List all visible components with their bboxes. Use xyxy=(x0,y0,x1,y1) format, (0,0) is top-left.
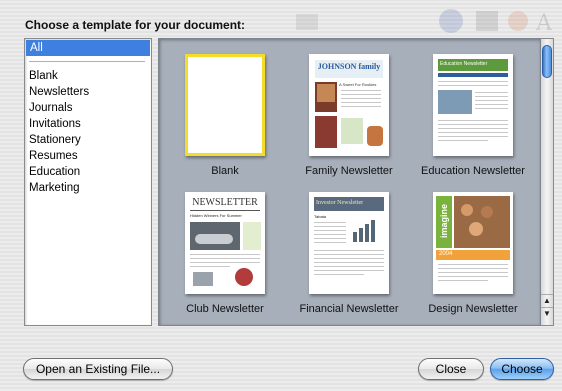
template-thumbnail-blank[interactable] xyxy=(185,54,265,156)
template-design-newsletter[interactable]: imagine 2004 Design Newsletter xyxy=(413,192,533,315)
category-divider xyxy=(29,61,145,62)
category-item-stationery[interactable]: Stationery xyxy=(25,132,151,148)
template-chooser-dialog: Choose a template for your document: A A… xyxy=(0,0,562,391)
template-label-family-newsletter: Family Newsletter xyxy=(305,165,393,177)
category-item-resumes[interactable]: Resumes xyxy=(25,148,151,164)
category-item-marketing[interactable]: Marketing xyxy=(25,180,151,196)
category-item-newsletters[interactable]: Newsletters xyxy=(25,84,151,100)
faded-toolbar-icons: A xyxy=(296,9,553,36)
club-masthead: NEWSLETTER xyxy=(192,197,258,208)
template-club-newsletter[interactable]: NEWSLETTER Hidden Winners For Summer Clu… xyxy=(165,192,285,315)
design-subhead: 2004 xyxy=(439,251,453,257)
category-item-journals[interactable]: Journals xyxy=(25,100,151,116)
family-subhead: A Sweet For Rookies xyxy=(339,82,377,87)
template-label-club-newsletter: Club Newsletter xyxy=(186,303,264,315)
scroll-down-arrow-icon[interactable]: ▼ xyxy=(541,307,553,319)
club-subhead: Hidden Winners For Summer xyxy=(190,213,242,218)
template-scrollbar[interactable]: ▲ ▼ xyxy=(541,38,554,326)
template-thumbnail-design-newsletter[interactable]: imagine 2004 xyxy=(433,192,513,294)
category-item-invitations[interactable]: Invitations xyxy=(25,116,151,132)
scroll-up-arrow-icon[interactable]: ▲ xyxy=(541,294,553,306)
design-masthead: imagine xyxy=(439,204,449,239)
category-item-education[interactable]: Education xyxy=(25,164,151,180)
category-item-all[interactable]: All xyxy=(26,40,150,56)
template-thumbnail-financial-newsletter[interactable]: Investor Newsletter Tabata xyxy=(309,192,389,294)
template-thumbnail-family-newsletter[interactable]: JOHNSON family A Sweet For Rookies xyxy=(309,54,389,156)
category-list[interactable]: All Blank Newsletters Journals Invitatio… xyxy=(24,38,152,326)
template-thumbnail-club-newsletter[interactable]: NEWSLETTER Hidden Winners For Summer xyxy=(185,192,265,294)
financial-masthead: Investor Newsletter xyxy=(316,200,364,206)
close-button[interactable]: Close xyxy=(418,358,484,380)
template-label-financial-newsletter: Financial Newsletter xyxy=(299,303,399,315)
scroll-thumb[interactable] xyxy=(542,45,552,78)
template-gallery: Blank JOHNSON family A Sweet For Rookies… xyxy=(158,38,541,326)
template-label-education-newsletter: Education Newsletter xyxy=(421,165,525,177)
category-item-blank[interactable]: Blank xyxy=(25,68,151,84)
template-thumbnail-education-newsletter[interactable]: Education Newsletter xyxy=(433,54,513,156)
choose-button[interactable]: Choose xyxy=(490,358,554,380)
template-financial-newsletter[interactable]: Investor Newsletter Tabata Financial New… xyxy=(289,192,409,315)
education-masthead: Education Newsletter xyxy=(440,61,488,67)
template-label-design-newsletter: Design Newsletter xyxy=(428,303,518,315)
family-masthead: JOHNSON family xyxy=(317,62,381,71)
dialog-title: Choose a template for your document: xyxy=(25,18,246,32)
template-education-newsletter[interactable]: Education Newsletter Education Newslette… xyxy=(413,54,533,177)
svg-text:A: A xyxy=(535,11,553,36)
template-label-blank: Blank xyxy=(211,165,239,177)
financial-subhead: Tabata xyxy=(314,214,327,219)
template-blank[interactable]: Blank xyxy=(165,54,285,177)
template-family-newsletter[interactable]: JOHNSON family A Sweet For Rookies Famil… xyxy=(289,54,409,177)
open-existing-file-button[interactable]: Open an Existing File... xyxy=(23,358,173,380)
